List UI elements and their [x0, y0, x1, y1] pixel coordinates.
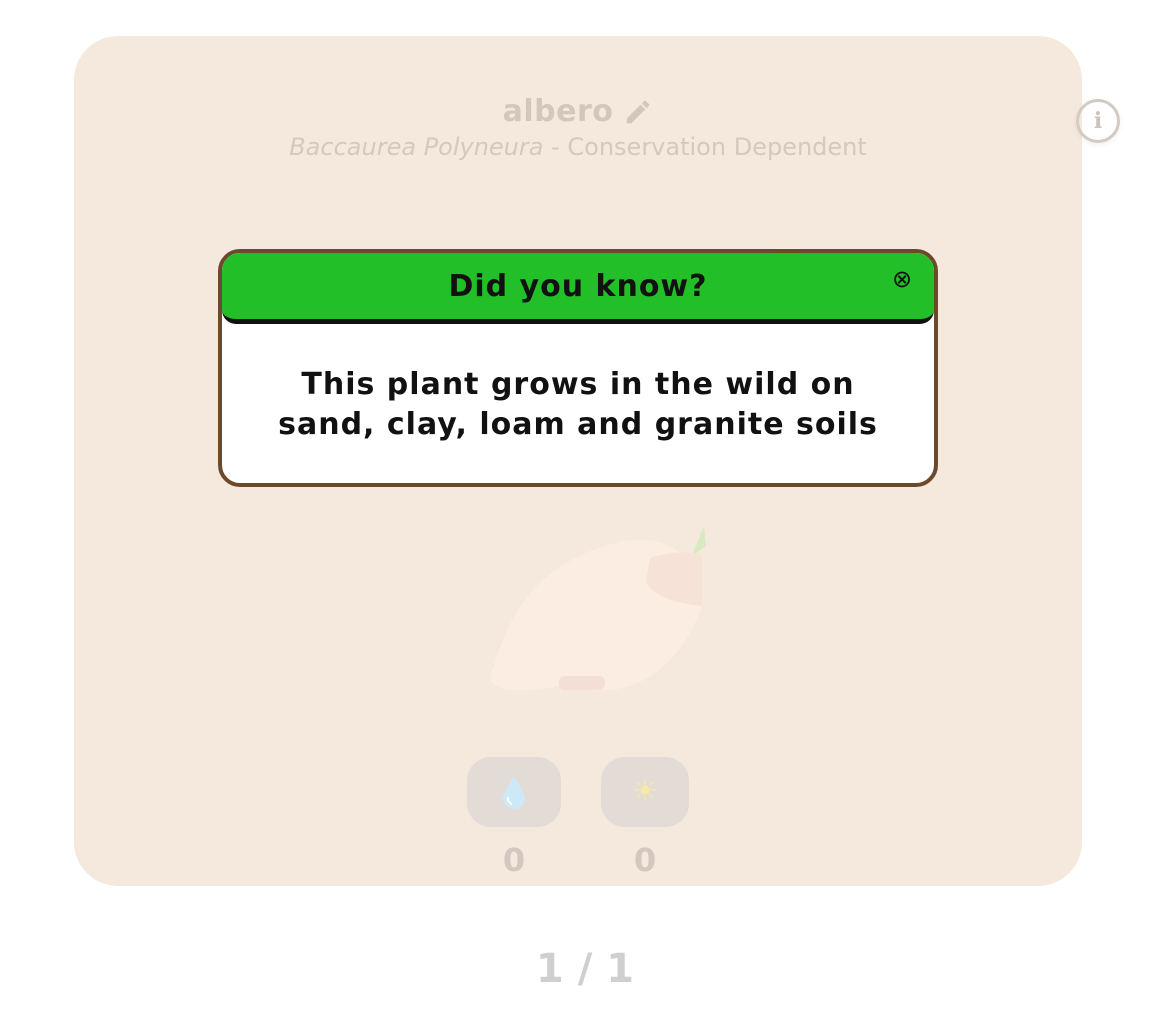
- dialog-title: Did you know?: [448, 268, 708, 304]
- plant-subtitle: Baccaurea Polyneura - Conservation Depen…: [74, 133, 1082, 161]
- plant-header: albero Baccaurea Polyneura - Conservatio…: [74, 94, 1082, 161]
- plant-seed-mark: [559, 676, 605, 690]
- pencil-icon[interactable]: [623, 97, 653, 127]
- close-icon[interactable]: ⊗: [890, 267, 914, 291]
- subtitle-separator: -: [543, 133, 568, 161]
- plant-page: albero Baccaurea Polyneura - Conservatio…: [0, 0, 1172, 1036]
- plant-name: albero: [502, 94, 614, 129]
- info-button[interactable]: i: [1076, 99, 1120, 143]
- water-button[interactable]: [467, 757, 561, 827]
- conservation-status: Conservation Dependent: [567, 133, 867, 161]
- info-icon: i: [1093, 108, 1103, 134]
- sun-icon: ☀: [631, 774, 659, 809]
- plant-stem: [692, 526, 706, 556]
- sun-value: 0: [633, 841, 657, 879]
- dialog-message: This plant grows in the wild on sand, cl…: [278, 367, 878, 442]
- plant-species: Baccaurea Polyneura: [289, 133, 544, 161]
- pager-separator: /: [577, 946, 595, 992]
- pager-total: 1: [606, 946, 637, 992]
- water-drop-icon: [503, 776, 525, 809]
- water-value: 0: [502, 841, 526, 879]
- did-you-know-dialog: Did you know? ⊗ This plant grows in the …: [218, 249, 938, 487]
- sun-stat: ☀ 0: [601, 757, 689, 879]
- water-stat: 0: [467, 757, 561, 879]
- pager: 1/1: [0, 946, 1172, 992]
- plant-name-row: albero: [503, 94, 654, 129]
- dialog-header: Did you know? ⊗: [222, 253, 934, 324]
- pager-current: 1: [535, 946, 566, 992]
- sun-button[interactable]: ☀: [601, 757, 689, 827]
